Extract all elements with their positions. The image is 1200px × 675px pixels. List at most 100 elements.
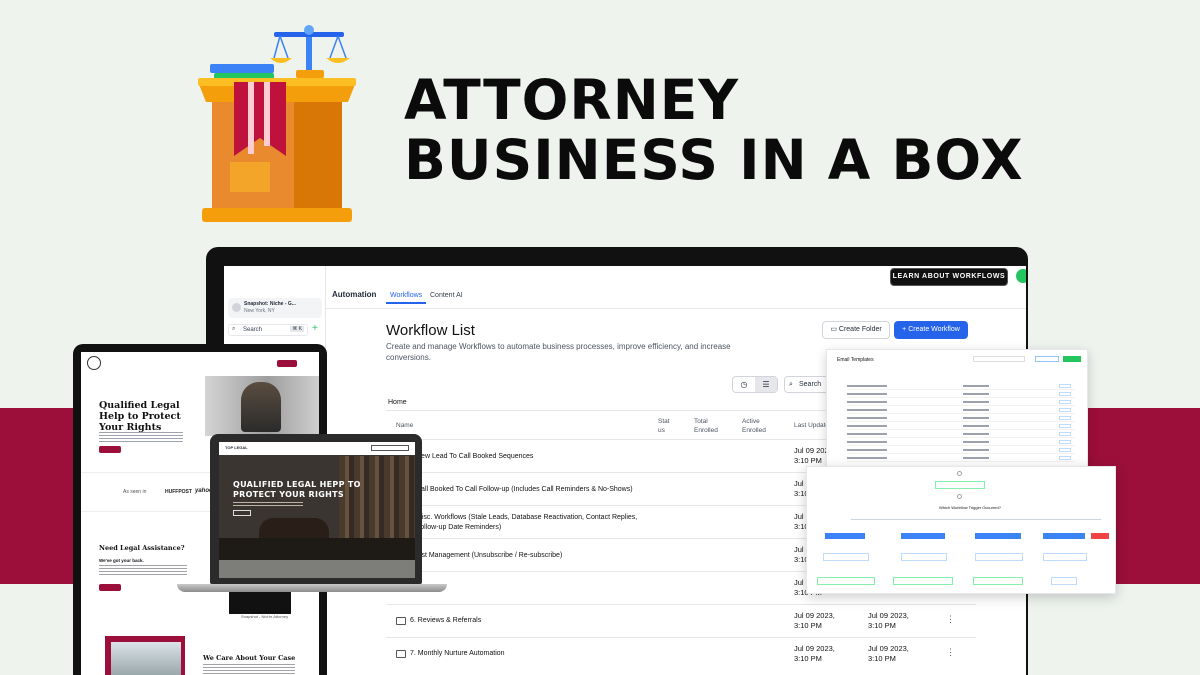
folder-icon [396, 617, 406, 625]
search-icon: ⌕ [232, 326, 236, 332]
last-updated: Jul 09 2023, 3:10 PM [794, 611, 835, 630]
email-templates-panel: Email Templates [826, 349, 1088, 469]
family-photo [111, 642, 181, 675]
more-icon[interactable]: ⋮ [946, 614, 955, 625]
list-item[interactable] [847, 440, 1075, 446]
tab-workflows[interactable]: Workflows [390, 292, 422, 299]
branch-node[interactable] [901, 533, 945, 539]
firm-logo [87, 356, 101, 370]
list-item[interactable] [847, 384, 1075, 390]
laptop-website: TOP LEGAL QUALIFIED LEGAL HEPP TO PROTEC… [219, 442, 415, 578]
page-title: Workflow List [386, 322, 475, 339]
branch-node[interactable] [825, 533, 865, 539]
email-action-node[interactable] [823, 553, 869, 561]
laptop-site-logo: TOP LEGAL [225, 445, 248, 450]
list-item[interactable] [847, 432, 1075, 438]
email-add-button[interactable] [1063, 356, 1081, 362]
header-cta-button[interactable] [277, 360, 297, 367]
list-item[interactable] [847, 448, 1075, 454]
need-help-subheading: We've got your back. [99, 558, 144, 563]
attorney-portrait [241, 382, 281, 432]
branch-node[interactable] [1043, 533, 1085, 539]
hero-text [99, 432, 183, 444]
active-tab-underline [386, 302, 426, 304]
flow-add-icon[interactable] [957, 494, 962, 499]
workflow-name[interactable]: New Lead To Call Booked Sequences [416, 452, 533, 462]
care-heading: We Care About Your Case [203, 654, 296, 662]
workflow-name[interactable]: 7. Monthly Nurture Automation [410, 649, 505, 659]
page-description: Create and manage Workflows to automate … [386, 342, 731, 362]
laptop-base [177, 584, 447, 592]
workflow-name[interactable]: Call Booked To Call Follow-up (Includes … [416, 485, 633, 495]
book-caption: Snapshot - NicHe Attorney [241, 614, 289, 619]
column-active-enrolled: Active Enrolled [742, 418, 766, 434]
list-view-icon[interactable]: ☰ [755, 377, 777, 392]
crm-topbar: LEARN ABOUT WORKFLOWS [326, 266, 1026, 292]
email-filter-button[interactable] [1035, 356, 1059, 362]
email-search-input[interactable] [973, 356, 1025, 362]
workflow-name[interactable]: List Management (Unsubscribe / Re-subscr… [416, 551, 562, 561]
list-item[interactable] [847, 392, 1075, 398]
breadcrumb[interactable]: Home [388, 399, 407, 406]
folder-icon: ▭ [830, 326, 837, 333]
list-item[interactable] [847, 416, 1075, 422]
account-icon [232, 303, 241, 312]
headline: ATTORNEY BUSINESS IN A BOX [404, 70, 1024, 190]
hero-cta-button[interactable] [99, 446, 121, 453]
email-templates-title: Email Templates [837, 357, 874, 363]
notification-node[interactable] [817, 577, 875, 585]
learn-about-workflows-button[interactable]: LEARN ABOUT WORKFLOWS [890, 268, 1008, 286]
clock-icon[interactable]: ◷ [733, 377, 755, 392]
workflow-builder-panel: Which Workflow Trigger Occurred? [806, 466, 1116, 594]
create-workflow-button[interactable]: + Create Workflow [894, 321, 968, 339]
branch-node-none[interactable] [1091, 533, 1109, 539]
table-row[interactable]: 7. Monthly Nurture Automation Jul 09 202… [386, 637, 976, 670]
need-help-text [99, 565, 187, 577]
list-item[interactable] [847, 456, 1075, 462]
need-help-cta-button[interactable] [99, 584, 121, 591]
podium-scales-icon [198, 25, 356, 222]
email-action-node[interactable] [975, 553, 1023, 561]
laptop-hero-text [233, 502, 303, 508]
as-seen-label: As seen in [123, 489, 147, 495]
flow-add-icon[interactable] [957, 471, 962, 476]
account-name: Snapshot: Niche - G... [244, 301, 296, 307]
laptop-hero-title: QUALIFIED LEGAL HEPP TO PROTECT YOUR RIG… [233, 480, 361, 499]
branch-node[interactable] [975, 533, 1021, 539]
column-name: Name [396, 422, 414, 429]
create-folder-button[interactable]: ▭ Create Folder [822, 321, 890, 339]
branch-line [851, 519, 1101, 520]
list-item[interactable] [847, 400, 1075, 406]
table-row[interactable]: 6. Reviews & Referrals Jul 09 2023, 3:10… [386, 604, 976, 637]
workflow-search-input[interactable]: ⌕ Search [784, 376, 830, 393]
quick-add-icon[interactable]: + [312, 324, 318, 334]
laptop-hero-cta[interactable] [233, 510, 251, 516]
headline-line-1: ATTORNEY [404, 68, 740, 132]
email-action-node[interactable] [901, 553, 947, 561]
notification-node[interactable] [973, 577, 1023, 585]
create-folder-label: Create Folder [838, 326, 882, 333]
module-title: Automation [332, 290, 377, 299]
action-node[interactable] [1051, 577, 1077, 585]
contacts-icon[interactable] [1016, 269, 1026, 283]
list-item[interactable] [847, 424, 1075, 430]
sidebar-search[interactable]: ⌕ Search ⌘ K [228, 324, 308, 336]
account-switcher[interactable]: Snapshot: Niche - G... New York, NY [228, 298, 322, 318]
laptop-header-button[interactable] [371, 445, 409, 451]
folder-icon [396, 650, 406, 658]
view-toggle: ◷ ☰ [732, 376, 778, 393]
workflow-name[interactable]: Misc. Workflows (Stale Leads, Database R… [416, 513, 646, 533]
laptop-page-footer [219, 560, 415, 578]
created-on: Jul 09 2023, 3:10 PM [868, 611, 909, 630]
search-shortcut: ⌘ K [290, 326, 304, 332]
care-text [203, 664, 295, 674]
laptop-site-header: TOP LEGAL [219, 442, 415, 455]
tab-content-ai[interactable]: Content AI [430, 292, 463, 299]
email-action-node[interactable] [1043, 553, 1087, 561]
notification-node[interactable] [893, 577, 953, 585]
workflow-name[interactable]: 6. Reviews & Referrals [410, 616, 481, 626]
more-icon[interactable]: ⋮ [946, 647, 955, 658]
trigger-node[interactable] [935, 481, 985, 489]
list-item[interactable] [847, 408, 1075, 414]
nav-divider [326, 308, 1026, 309]
